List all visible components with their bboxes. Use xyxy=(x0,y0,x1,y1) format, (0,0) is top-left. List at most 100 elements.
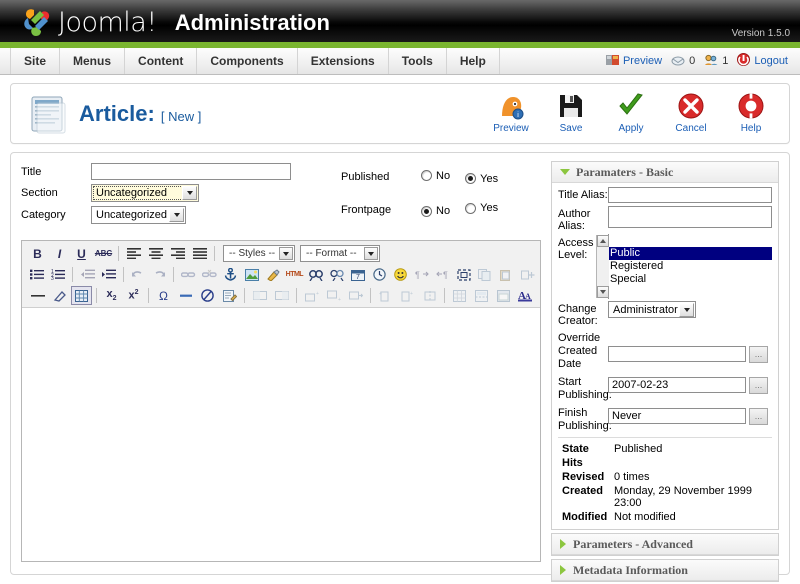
undo-icon[interactable] xyxy=(128,265,148,284)
toolbar-help-button[interactable]: Help xyxy=(727,89,775,134)
access-level-listbox[interactable]: Public Registered Special xyxy=(608,234,772,299)
override-created-input[interactable] xyxy=(608,346,746,362)
format-select[interactable]: -- Format -- xyxy=(300,245,380,262)
align-left-icon[interactable] xyxy=(123,244,144,263)
access-option-special[interactable]: Special xyxy=(608,273,772,286)
copy-icon[interactable] xyxy=(475,265,495,284)
cleanup-icon[interactable] xyxy=(263,265,283,284)
find-replace-icon[interactable] xyxy=(327,265,347,284)
merge-cells-icon[interactable] xyxy=(271,286,292,305)
published-yes-radio[interactable]: Yes xyxy=(465,173,498,185)
ltr-icon[interactable]: ¶ xyxy=(412,265,432,284)
title-input[interactable] xyxy=(91,163,291,180)
menu-item-menus[interactable]: Menus xyxy=(60,48,125,74)
time-icon[interactable] xyxy=(369,265,389,284)
start-publishing-input[interactable] xyxy=(608,377,746,393)
author-alias-input[interactable] xyxy=(608,206,772,228)
fullscreen-icon[interactable] xyxy=(454,265,474,284)
menu-item-help[interactable]: Help xyxy=(447,48,500,74)
frontpage-yes-radio[interactable]: Yes xyxy=(465,202,498,214)
messages-indicator[interactable]: 0 xyxy=(671,54,695,69)
version-label: Version 1.5.0 xyxy=(732,28,790,39)
superscript-icon[interactable]: x2 xyxy=(123,286,144,305)
table-props-icon[interactable] xyxy=(449,286,470,305)
toolbar-preview-button[interactable]: i Preview xyxy=(487,89,535,134)
metadata-information-header[interactable]: Metadata Information xyxy=(552,560,778,581)
row-after-icon[interactable]: + xyxy=(323,286,344,305)
title-label: Title xyxy=(21,161,91,182)
start-publishing-picker-button[interactable]: ... xyxy=(749,377,768,394)
image-icon[interactable] xyxy=(242,265,262,284)
html-icon[interactable]: HTML xyxy=(284,265,304,284)
menu-item-content[interactable]: Content xyxy=(125,48,197,74)
parameters-basic-header[interactable]: Paramaters - Basic xyxy=(552,162,778,183)
finish-publishing-input[interactable] xyxy=(608,408,746,424)
visualchars-icon[interactable] xyxy=(197,286,218,305)
bold-icon[interactable]: B xyxy=(27,244,48,263)
published-no-radio[interactable]: No xyxy=(421,170,450,182)
font-color-icon[interactable]: AA xyxy=(515,286,536,305)
joomla-logo-icon xyxy=(22,6,54,40)
ordered-list-icon[interactable]: 123 xyxy=(48,265,68,284)
nonbreaking-icon[interactable] xyxy=(175,286,196,305)
scroll-down-button[interactable] xyxy=(597,286,609,298)
listbox-scrollbar[interactable] xyxy=(596,235,609,298)
rtl-icon[interactable]: ¶ xyxy=(433,265,453,284)
remove-format-icon[interactable] xyxy=(49,286,70,305)
edit-css-icon[interactable] xyxy=(219,286,240,305)
strikethrough-icon[interactable]: ABC xyxy=(93,244,114,263)
override-created-picker-button[interactable]: ... xyxy=(749,346,768,363)
indent-icon[interactable] xyxy=(99,265,119,284)
editor-content-area[interactable] xyxy=(22,308,540,561)
toolbar-cancel-button[interactable]: Cancel xyxy=(667,89,715,134)
calendar-icon[interactable]: 7 xyxy=(348,265,368,284)
align-justify-icon[interactable] xyxy=(189,244,210,263)
finish-publishing-picker-button[interactable]: ... xyxy=(749,408,768,425)
preview-link[interactable]: Preview xyxy=(606,54,662,69)
emoticon-icon[interactable] xyxy=(390,265,410,284)
underline-icon[interactable]: U xyxy=(71,244,92,263)
toggle-editor-icon[interactable] xyxy=(493,286,514,305)
styles-select[interactable]: -- Styles -- xyxy=(223,245,295,262)
table-icon[interactable] xyxy=(71,286,92,305)
align-right-icon[interactable] xyxy=(167,244,188,263)
unordered-list-icon[interactable] xyxy=(27,265,47,284)
link-icon[interactable] xyxy=(178,265,198,284)
logged-users-indicator[interactable]: 1 xyxy=(704,54,728,69)
anchor-icon[interactable] xyxy=(221,265,241,284)
logout-link[interactable]: Logout xyxy=(737,53,788,69)
outdent-icon[interactable] xyxy=(77,265,97,284)
unlink-icon[interactable] xyxy=(199,265,219,284)
find-icon[interactable] xyxy=(305,265,325,284)
category-select[interactable]: Uncategorized xyxy=(91,206,186,224)
change-creator-select[interactable]: Administrator xyxy=(608,301,696,318)
redo-icon[interactable] xyxy=(149,265,169,284)
scroll-up-button[interactable] xyxy=(597,235,609,247)
access-option-registered[interactable]: Registered xyxy=(608,260,772,273)
paste-icon[interactable] xyxy=(496,265,516,284)
frontpage-no-radio[interactable]: No xyxy=(421,205,450,217)
menu-item-components[interactable]: Components xyxy=(197,48,297,74)
charmap-icon[interactable]: Ω xyxy=(153,286,174,305)
italic-icon[interactable]: I xyxy=(49,244,70,263)
menu-item-extensions[interactable]: Extensions xyxy=(298,48,389,74)
toolbar-save-button[interactable]: Save xyxy=(547,89,595,134)
horizontal-rule-icon[interactable] xyxy=(27,286,48,305)
toolbar-apply-button[interactable]: Apply xyxy=(607,89,655,134)
section-select[interactable]: Uncategorized xyxy=(91,184,199,202)
access-option-public[interactable]: Public xyxy=(608,247,772,260)
split-cells-icon[interactable] xyxy=(419,286,440,305)
title-alias-input[interactable] xyxy=(608,187,772,203)
cell-props-icon[interactable] xyxy=(249,286,270,305)
subscript-icon[interactable]: x2 xyxy=(101,286,122,305)
parameters-advanced-header[interactable]: Parameters - Advanced xyxy=(552,534,778,555)
menu-item-site[interactable]: Site xyxy=(10,48,60,74)
delete-row-icon[interactable] xyxy=(345,286,366,305)
col-before-icon[interactable]: + xyxy=(375,286,396,305)
insert-column-icon[interactable] xyxy=(518,265,538,284)
align-center-icon[interactable] xyxy=(145,244,166,263)
row-before-icon[interactable]: + xyxy=(301,286,322,305)
menu-item-tools[interactable]: Tools xyxy=(389,48,447,74)
col-after-icon[interactable]: + xyxy=(397,286,418,305)
page-break-icon[interactable] xyxy=(471,286,492,305)
